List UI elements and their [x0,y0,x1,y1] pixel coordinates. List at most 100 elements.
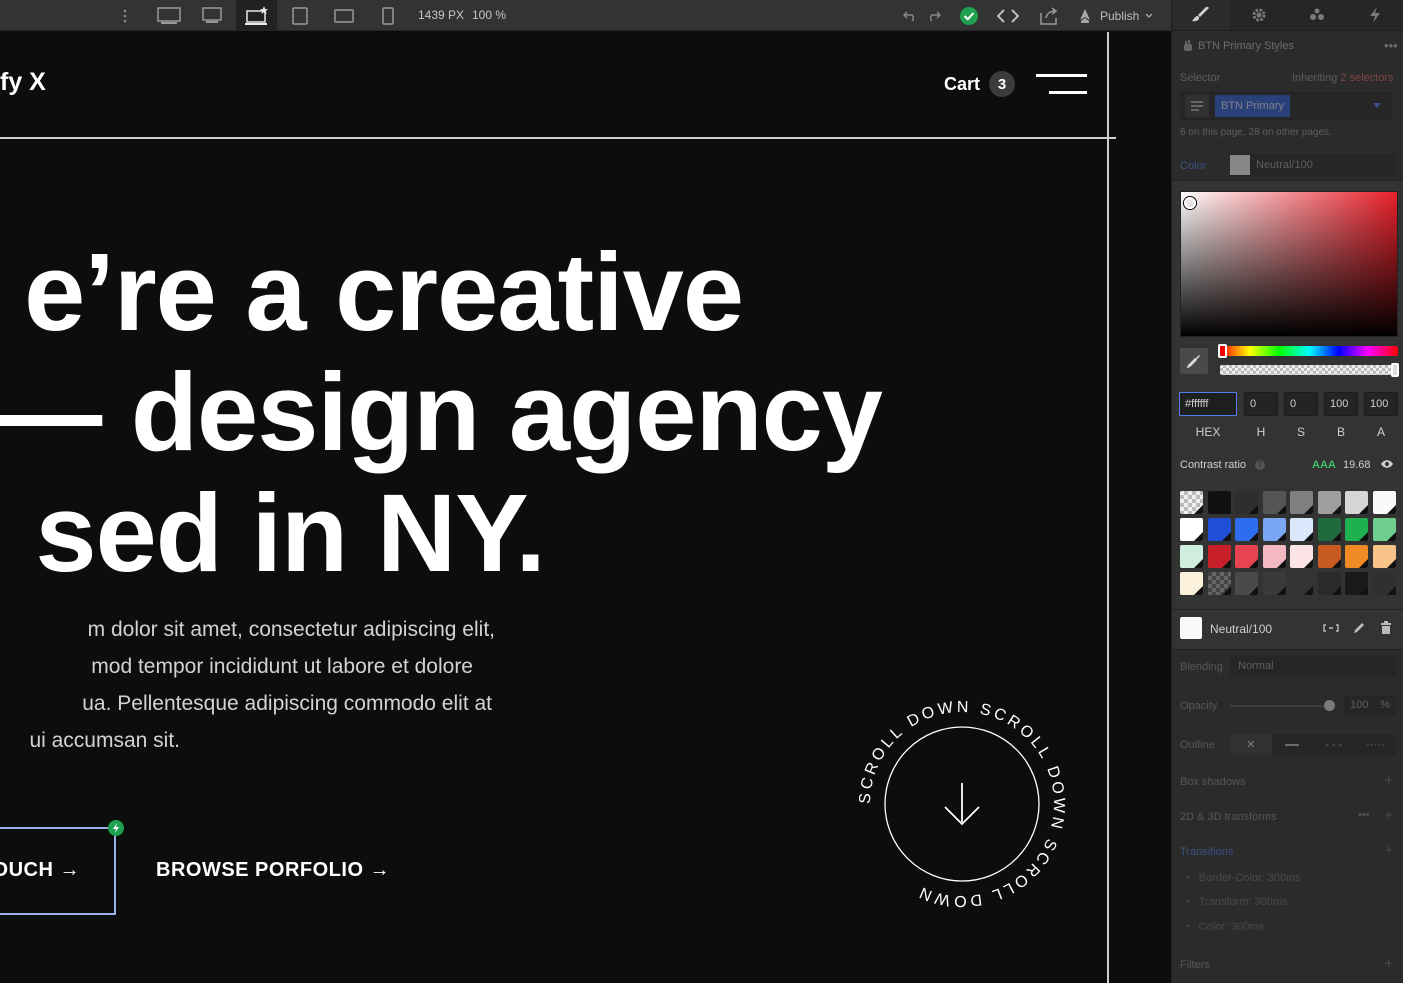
export-icon[interactable] [1036,0,1062,31]
transition-item[interactable]: ◔ Color: 300ms [1184,916,1398,938]
saturation-brightness-area[interactable] [1180,191,1398,337]
b-label: B [1336,425,1345,439]
style-more-icon[interactable]: ••• [1384,38,1398,53]
outline-none-icon[interactable]: ✕ [1230,734,1272,755]
unlink-icon[interactable] [1323,621,1339,638]
status-check-icon[interactable] [957,0,981,31]
hue-input[interactable]: 0 [1244,392,1278,416]
browse-portfolio-link[interactable]: BROWSE PORFOLIO → [156,859,390,882]
blending-select[interactable]: Normal [1230,656,1396,677]
trash-icon[interactable] [1380,621,1392,638]
tab-settings[interactable] [1230,0,1288,30]
breakpoint-mobile-portrait-icon[interactable] [370,0,406,31]
transforms-label: 2D & 3D transforms [1180,811,1277,823]
color-swatch[interactable] [1262,545,1286,568]
publish-button[interactable]: Publish [1076,0,1166,31]
site-brand-logo[interactable]: fy X [0,68,46,97]
brightness-input[interactable]: 100 [1324,392,1358,416]
outline-dashed-icon[interactable]: - - - [1313,734,1355,755]
redo-icon[interactable] [924,0,944,31]
opacity-slider[interactable] [1230,705,1330,707]
color-swatch[interactable] [1317,518,1341,541]
transition-icon: ◔ [1184,921,1191,933]
color-swatch[interactable] [1317,491,1341,514]
color-swatch[interactable] [1235,491,1258,514]
help-icon[interactable]: ? [1255,460,1265,470]
color-swatch[interactable] [1180,572,1203,595]
add-box-shadow-icon[interactable]: + [1384,772,1393,789]
color-area-handle[interactable] [1184,197,1196,209]
tab-interactions[interactable] [1346,0,1403,30]
hamburger-menu-icon[interactable] [1036,72,1087,96]
chevron-down-icon [1145,13,1153,18]
chevron-down-icon[interactable] [1373,103,1381,109]
color-swatch[interactable] [1262,572,1286,595]
outline-dotted-icon[interactable]: ····· [1355,734,1397,755]
interaction-bolt-icon[interactable] [108,820,124,836]
color-swatch[interactable] [1290,518,1313,541]
add-transition-icon[interactable]: + [1384,842,1393,859]
breakpoint-large-desktop-icon[interactable] [148,0,190,31]
add-transform-icon[interactable]: + [1384,807,1393,824]
transforms-more-icon[interactable]: ••• [1358,809,1370,821]
breakpoint-desktop-icon[interactable] [192,0,232,31]
opacity-slider-handle[interactable] [1324,700,1335,711]
tab-style[interactable] [1172,0,1230,30]
color-swatch[interactable] [1345,572,1368,595]
selector-field[interactable]: BTN Primary [1180,92,1392,120]
eye-icon[interactable] [1380,459,1394,472]
eyedropper-icon[interactable] [1180,348,1208,374]
color-swatch[interactable] [1372,491,1396,514]
color-swatch[interactable] [1207,518,1231,541]
color-swatch[interactable] [1290,491,1313,514]
color-swatch[interactable] [1345,545,1368,568]
color-swatch[interactable] [1207,545,1231,568]
color-swatch[interactable] [1345,491,1368,514]
transition-item[interactable]: ◔ Border-Color: 300ms [1184,867,1398,889]
color-swatch[interactable] [1235,518,1258,541]
add-filter-icon[interactable]: + [1384,955,1393,972]
breakpoint-mobile-landscape-icon[interactable] [326,0,362,31]
color-swatch[interactable] [1235,572,1258,595]
alpha-slider-handle[interactable] [1391,363,1399,377]
color-swatch[interactable] [1207,491,1231,514]
selector-chip-btn-primary[interactable]: BTN Primary [1215,95,1290,117]
color-swatch[interactable] [1262,491,1286,514]
more-options-icon[interactable] [115,0,135,31]
undo-icon[interactable] [900,0,920,31]
transition-icon: ◔ [1184,872,1191,884]
cart-link[interactable]: Cart 3 [944,70,1016,98]
color-swatch[interactable] [1372,572,1396,595]
outline-label: Outline [1180,739,1215,751]
opacity-input[interactable]: 100 % [1344,695,1396,716]
breakpoint-base-desktop-icon[interactable] [236,0,277,31]
color-swatch[interactable] [1290,572,1313,595]
pencil-icon[interactable] [1352,621,1366,638]
color-swatch[interactable] [1235,545,1258,568]
color-swatch[interactable] [1207,572,1231,595]
code-icon[interactable] [995,0,1021,31]
hex-input[interactable]: #ffffff [1179,392,1237,416]
color-swatch[interactable] [1180,518,1203,541]
color-swatch[interactable] [1345,518,1368,541]
transition-item[interactable]: ◔ Transform: 300ms [1184,891,1398,913]
color-swatch[interactable] [1372,518,1396,541]
color-swatch[interactable] [1317,545,1341,568]
color-swatch[interactable] [1290,545,1313,568]
hue-slider[interactable] [1220,346,1398,356]
outline-style-group: ✕ - - - ····· [1230,734,1396,755]
alpha-input[interactable]: 100 [1364,392,1398,416]
color-swatch[interactable] [1180,491,1203,514]
color-swatch[interactable] [1180,545,1203,568]
outline-solid-icon[interactable] [1272,734,1314,755]
alpha-slider[interactable] [1220,365,1398,375]
scroll-down-badge[interactable]: SCROLL DOWN SCROLL DOWN SCROLL DOWN [853,695,1071,913]
tab-style-manager[interactable] [1288,0,1346,30]
saturation-input[interactable]: 0 [1284,392,1318,416]
color-value-field[interactable]: Neutral/100 [1230,154,1396,176]
hue-slider-handle[interactable] [1218,344,1227,358]
color-swatch[interactable] [1372,545,1396,568]
color-swatch[interactable] [1317,572,1341,595]
color-swatch[interactable] [1262,518,1286,541]
breakpoint-tablet-icon[interactable] [282,0,318,31]
